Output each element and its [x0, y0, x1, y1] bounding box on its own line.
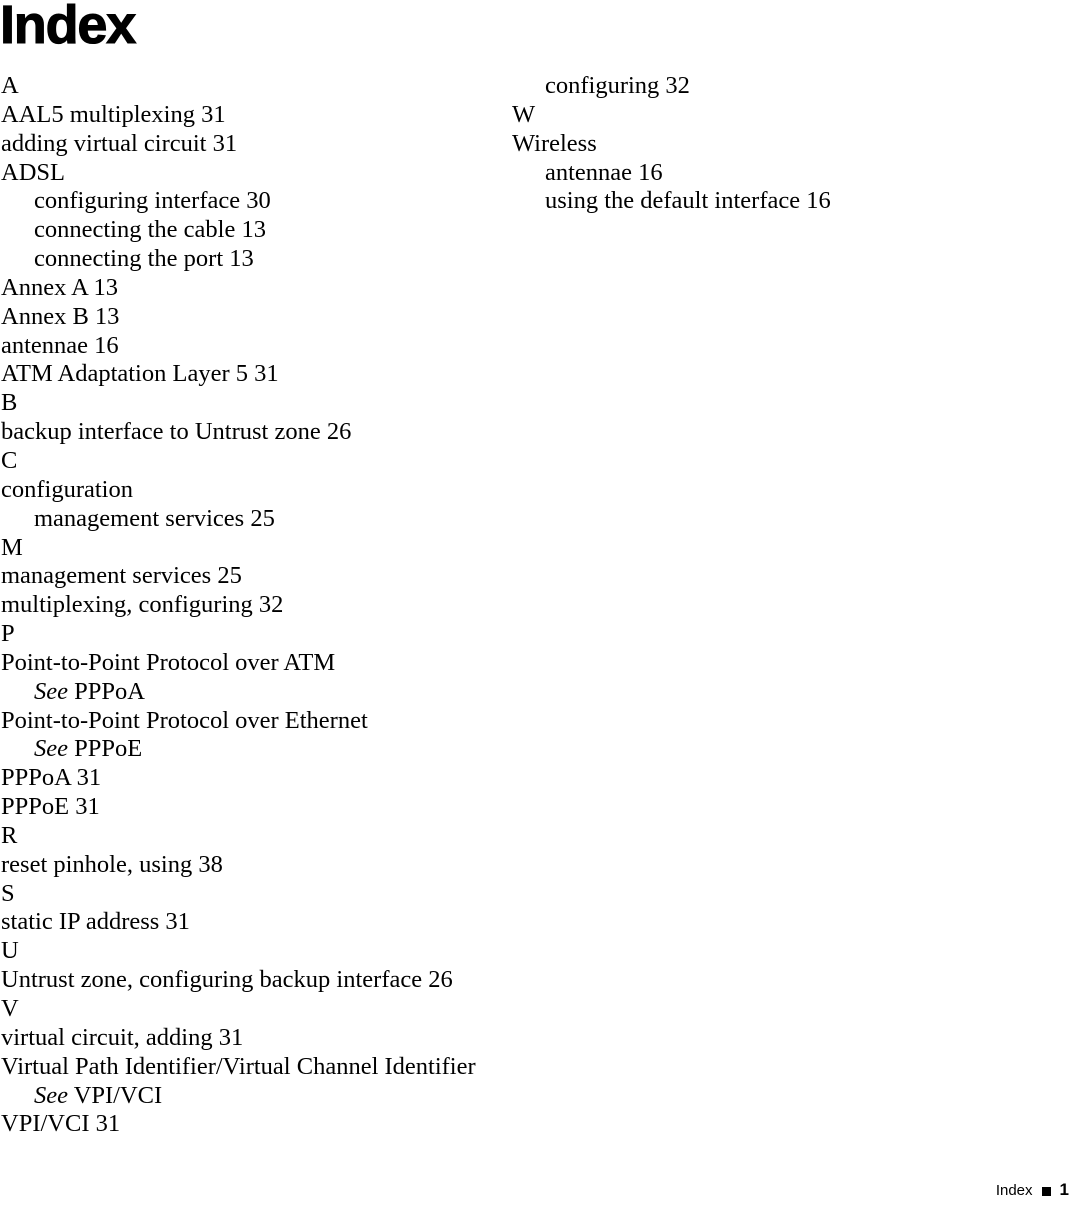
- index-entry: static IP address 31: [1, 908, 190, 936]
- footer-page-number: 1: [1059, 1180, 1069, 1199]
- index-entry: management services 25: [1, 562, 242, 590]
- index-subentry: connecting the cable 13: [34, 216, 266, 244]
- index-subentry: management services 25: [34, 504, 275, 532]
- index-entry: AAL5 multiplexing 31: [1, 100, 226, 128]
- page-title: Index: [0, 0, 137, 56]
- index-entry: Untrust zone, configuring backup interfa…: [1, 966, 453, 994]
- see-target: PPPoE: [74, 735, 143, 763]
- index-page: Index A AAL5 multiplexing 31 adding virtua…: [0, 0, 1077, 1212]
- index-entry: Annex B 13: [1, 302, 120, 330]
- index-letter-heading: C: [1, 446, 18, 474]
- index-letter-heading: P: [1, 620, 15, 648]
- index-entry: PPPoA 31: [1, 764, 102, 792]
- index-cross-reference: See PPPoE: [1, 735, 501, 764]
- index-subentry: configuring interface 30: [34, 187, 271, 215]
- index-entry: reset pinhole, using 38: [1, 850, 223, 878]
- index-letter-heading: W: [512, 100, 536, 128]
- index-letter-heading: U: [1, 937, 19, 965]
- see-keyword: See: [34, 1081, 68, 1109]
- index-entry: Point-to-Point Protocol over Ethernet: [1, 706, 368, 734]
- index-entry: antennae 16: [1, 331, 119, 359]
- index-entry: VPI/VCI 31: [1, 1110, 121, 1138]
- index-cross-reference: See VPI/VCI: [1, 1082, 501, 1111]
- page-footer: Index 1: [996, 1180, 1069, 1200]
- see-keyword: See: [34, 677, 68, 705]
- index-column-right: configuring 32 W Wireless antennae 16 using …: [512, 72, 1052, 216]
- index-letter-heading: R: [1, 821, 18, 849]
- index-column-left: A AAL5 multiplexing 31 adding virtual circ…: [1, 72, 501, 1139]
- index-subentry: configuring 32: [545, 72, 690, 99]
- index-subentry: antennae 16: [545, 158, 663, 186]
- index-entry: multiplexing, configuring 32: [1, 591, 284, 619]
- index-entry: backup interface to Untrust zone 26: [1, 418, 352, 446]
- index-subentry: connecting the port 13: [34, 245, 254, 273]
- index-entry: configuration: [1, 475, 133, 503]
- index-cross-reference: See PPPoA: [1, 678, 501, 707]
- index-entry: adding virtual circuit 31: [1, 129, 238, 157]
- index-entry: Virtual Path Identifier/Virtual Channel …: [1, 1052, 476, 1080]
- square-bullet-icon: [1041, 1186, 1051, 1196]
- index-letter-heading: V: [1, 995, 19, 1022]
- index-entry: PPPoE 31: [1, 793, 100, 821]
- index-entry: Point-to-Point Protocol over ATM: [1, 648, 336, 676]
- index-letter-heading: M: [1, 533, 23, 561]
- see-target: VPI/VCI: [73, 1081, 163, 1109]
- index-entry: ATM Adaptation Layer 5 31: [1, 360, 279, 388]
- see-target: PPPoA: [74, 677, 145, 705]
- index-entry: Wireless: [512, 129, 597, 157]
- index-subentry: using the default interface 16: [545, 187, 831, 215]
- index-letter-heading: S: [1, 879, 15, 907]
- see-keyword: See: [34, 735, 68, 763]
- footer-label: Index: [995, 1181, 1033, 1199]
- index-entry: ADSL: [1, 158, 65, 186]
- index-entry: virtual circuit, adding 31: [1, 1023, 244, 1051]
- index-entry: Annex A 13: [1, 273, 119, 301]
- index-letter-heading: B: [1, 389, 18, 417]
- index-letter-heading: A: [1, 72, 19, 99]
